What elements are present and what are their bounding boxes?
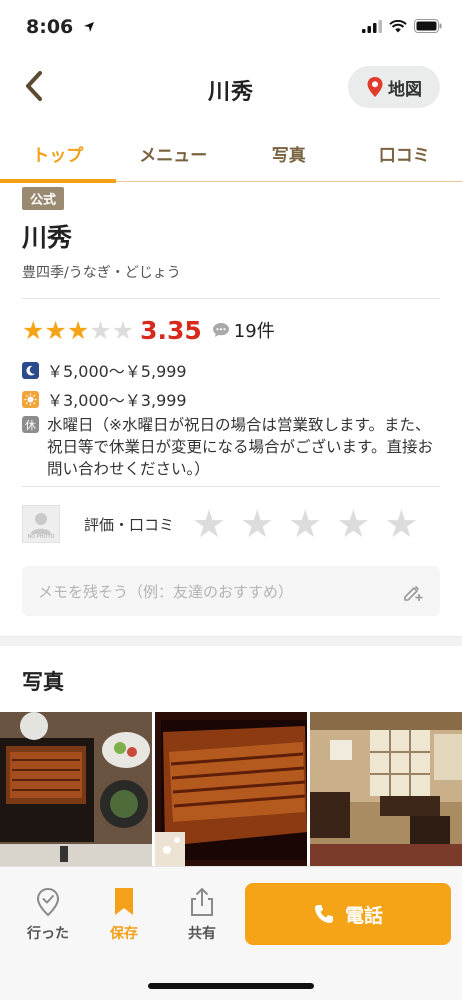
memo-placeholder: メモを残そう（例：友達のおすすめ） (38, 582, 294, 601)
official-badge: 公式 (22, 187, 65, 210)
nav-bar: 川秀 地図 (0, 56, 462, 122)
rate-star-4[interactable]: ★ (336, 505, 370, 543)
map-button[interactable]: 地図 (348, 66, 440, 108)
price-lunch-row: ￥3,000〜￥3,999 (22, 387, 187, 411)
tab-reviews[interactable]: 口コミ (347, 126, 462, 181)
no-photo-avatar: NO PHOTO (22, 505, 60, 543)
phone-icon (314, 905, 333, 923)
location-arrow-icon (83, 22, 94, 32)
price-dinner: ￥5,000〜￥5,999 (47, 362, 187, 381)
status-bar: 8:06 (0, 0, 462, 56)
star-icon: ★ (22, 315, 45, 345)
price-dinner-row: ￥5,000〜￥5,999 (22, 358, 187, 382)
star-icon: ★ (44, 315, 67, 345)
photo-unaju-set[interactable] (0, 712, 152, 866)
edit-pencil-icon[interactable] (402, 580, 424, 602)
rate-stars: ★ ★ ★ ★ ★ (192, 505, 418, 543)
photo-dining-room[interactable] (310, 712, 462, 866)
evaluation-label: 評価・口コミ (84, 515, 175, 534)
section-separator (0, 636, 462, 646)
tab-menu[interactable]: メニュー (116, 126, 232, 181)
bookmark-icon (115, 888, 133, 915)
home-indicator (148, 983, 314, 989)
holiday-text: 水曜日（※水曜日が祝日の場合は営業致します。また、祝日等で休業日が変更になる場合… (47, 416, 433, 478)
map-label: 地図 (388, 79, 422, 100)
holiday-icon: 休 (22, 416, 39, 433)
status-time: 8:06 (26, 16, 95, 38)
wifi-icon (389, 19, 407, 32)
call-button[interactable]: 電話 (245, 883, 451, 945)
photos-heading: 写真 (22, 670, 64, 694)
no-photo-label: NO PHOTO (27, 534, 55, 540)
visited-check-icon (36, 887, 60, 917)
star-empty-icon: ★ (111, 315, 135, 345)
divider (22, 486, 440, 487)
price-lunch: ￥3,000〜￥3,999 (47, 391, 187, 410)
share-icon (191, 888, 213, 916)
save-label: 保存 (110, 926, 138, 942)
share-label: 共有 (188, 926, 216, 942)
memo-input[interactable]: メモを残そう（例：友達のおすすめ） (22, 566, 440, 616)
call-label: 電話 (344, 904, 383, 927)
review-count: 19件 (233, 321, 275, 342)
status-icons (362, 19, 442, 33)
tab-top[interactable]: トップ (0, 126, 116, 183)
visited-button[interactable]: 行った (18, 887, 78, 943)
rate-star-5[interactable]: ★ (384, 505, 418, 543)
rating-row[interactable]: ★ ★ ★ ★ ★ 3.35 19件 (22, 314, 275, 346)
tab-bar: トップ メニュー 写真 口コミ (0, 126, 462, 183)
evaluation-row: NO PHOTO 評価・口コミ ★ ★ ★ ★ ★ (22, 504, 442, 544)
rating-score: 3.35 (140, 315, 202, 345)
shop-genre: 豊四季/うなぎ・どじょう (22, 265, 181, 281)
moon-icon (22, 361, 39, 379)
bottom-action-bar: 行った 保存 共有 電話 (0, 866, 462, 1000)
star-icon: ★ (66, 315, 90, 345)
rate-star-2[interactable]: ★ (240, 505, 274, 543)
visited-label: 行った (27, 926, 69, 942)
shop-name: 川秀 (22, 223, 73, 252)
share-button[interactable]: 共有 (172, 887, 232, 943)
rate-star-1[interactable]: ★ (192, 505, 226, 543)
battery-icon (414, 19, 442, 33)
star-empty-icon: ★ (89, 315, 112, 345)
rate-star-3[interactable]: ★ (288, 505, 322, 543)
divider (22, 298, 440, 299)
save-button[interactable]: 保存 (94, 887, 154, 943)
photo-unaju-closeup[interactable] (155, 712, 307, 866)
comment-icon (212, 323, 229, 337)
signal-icon (362, 19, 382, 33)
map-pin-icon (367, 77, 383, 97)
photo-strip (0, 712, 462, 866)
holiday-row: 休 水曜日（※水曜日が祝日の場合は営業致します。また、祝日等で休業日が変更になる… (22, 414, 442, 480)
sun-icon (22, 390, 39, 408)
tab-photos[interactable]: 写真 (231, 126, 347, 181)
